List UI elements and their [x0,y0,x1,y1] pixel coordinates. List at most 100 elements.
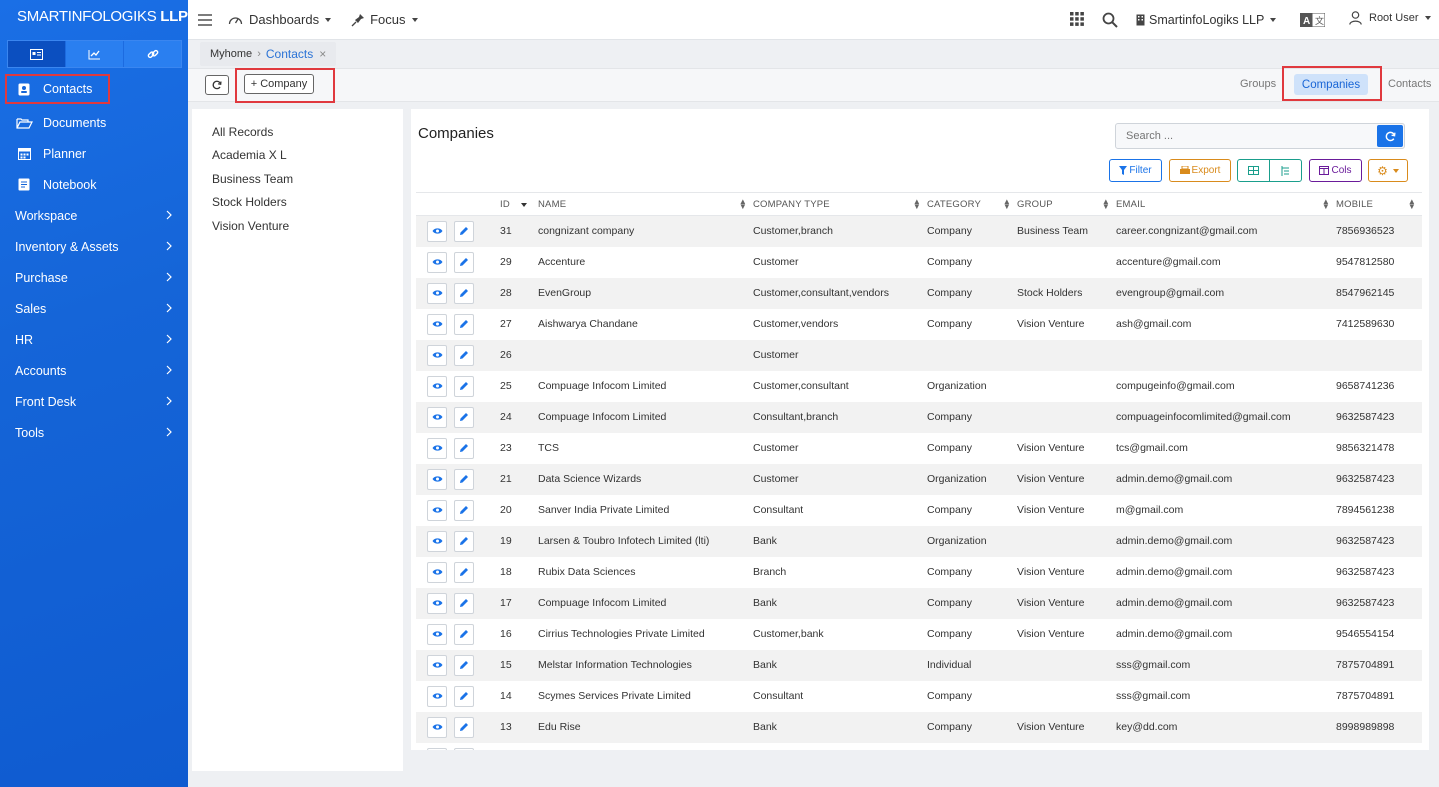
table-view-button[interactable] [1237,159,1270,182]
column-header-category[interactable]: CATEGORY ▲ ▼ [927,192,1017,216]
tab-groups[interactable]: Groups [1240,78,1276,90]
edit-button[interactable] [454,375,474,397]
column-header-email[interactable]: EMAIL ▲ ▼ [1116,192,1336,216]
view-button[interactable] [427,530,447,552]
breadcrumb-current[interactable]: Contacts [266,47,313,61]
search-input[interactable] [1116,124,1366,148]
global-search-button[interactable] [1102,12,1118,28]
sidebar-tab-card[interactable] [8,41,66,67]
group-item[interactable]: All Records [192,120,403,144]
sidebar-item-accounts[interactable]: Accounts [0,355,188,386]
sidebar-item-notebook[interactable]: Notebook [0,169,188,200]
company-selector[interactable]: SmartinfoLogiks LLP [1136,13,1277,27]
edit-button[interactable] [454,685,474,707]
brand-logo[interactable]: SMARTINFOLOGIKS LLP [0,0,188,36]
edit-button[interactable] [454,530,474,552]
view-button[interactable] [427,437,447,459]
table-row[interactable]: 29 Accenture Customer Company accenture@gmai… [416,247,1422,278]
column-header-company-type[interactable]: COMPANY TYPE ▲ ▼ [753,192,927,216]
edit-button[interactable] [454,220,474,242]
tab-contacts[interactable]: Contacts [1388,78,1431,90]
sidebar-item-tools[interactable]: Tools [0,417,188,448]
sidebar-tab-chart[interactable] [66,41,124,67]
group-item[interactable]: Stock Holders [192,191,403,215]
focus-menu[interactable]: Focus [351,12,418,27]
view-button[interactable] [427,592,447,614]
view-button[interactable] [427,313,447,335]
table-row[interactable]: 16 Cirrius Technologies Private Limited Cu… [416,619,1422,650]
table-row[interactable]: 21 Data Science Wizards Customer Organizati… [416,463,1422,495]
refresh-button[interactable] [205,75,229,95]
dashboards-menu[interactable]: Dashboards [228,12,332,27]
table-row[interactable]: 17 Compuage Infocom Limited Bank Company Vis… [416,587,1422,619]
table-row[interactable]: 26 Customer [416,339,1422,371]
edit-button[interactable] [454,437,474,459]
view-button[interactable] [427,375,447,397]
sidebar-tab-link[interactable] [124,41,181,67]
group-item[interactable]: Vision Venture [192,214,403,238]
edit-button[interactable] [454,716,474,738]
table-row[interactable]: 20 Sanver India Private Limited Consultant… [416,495,1422,526]
edit-button[interactable] [454,344,474,366]
table-row[interactable]: 28 EvenGroup Customer,consultant,vendors Co… [416,277,1422,309]
column-header-id[interactable]: ID [500,192,538,216]
table-row[interactable]: 25 Compuage Infocom Limited Customer,consu… [416,371,1422,402]
user-menu[interactable]: Root User [1349,11,1431,25]
sidebar-item-workspace[interactable]: Workspace [0,200,188,231]
add-company-button[interactable]: + Company [244,74,314,94]
sidebar-item-front-desk[interactable]: Front Desk [0,386,188,417]
apps-grid-button[interactable] [1070,12,1084,26]
column-header-name[interactable]: NAME ▲ ▼ [538,192,753,216]
view-button[interactable] [427,654,447,676]
table-row[interactable]: 31 congnizant company Customer,branch Compa… [416,215,1422,247]
view-button[interactable] [427,685,447,707]
view-button[interactable] [427,220,447,242]
edit-button[interactable] [454,623,474,645]
sidebar-item-planner[interactable]: Planner [0,138,188,169]
table-row[interactable] [416,743,1422,750]
sidebar-item-contacts[interactable]: Contacts [5,74,110,104]
edit-button[interactable] [454,499,474,521]
sidebar-item-inventory-assets[interactable]: Inventory & Assets [0,231,188,262]
table-row[interactable]: 18 Rubix Data Sciences Branch Company Vision… [416,557,1422,588]
sidebar-item-purchase[interactable]: Purchase [0,262,188,293]
table-row[interactable]: 24 Compuage Infocom Limited Consultant,bra… [416,401,1422,433]
edit-button[interactable] [454,468,474,490]
table-row[interactable]: 14 Scymes Services Private Limited Consult… [416,681,1422,712]
language-button[interactable]: A文 [1300,13,1325,27]
edit-button[interactable] [454,251,474,273]
edit-button[interactable] [454,313,474,335]
group-item[interactable]: Business Team [192,167,403,191]
edit-button[interactable] [454,654,474,676]
breadcrumb-home[interactable]: Myhome [210,48,252,60]
view-button[interactable] [427,344,447,366]
group-item[interactable]: Academia X L [192,144,403,168]
view-button[interactable] [427,251,447,273]
columns-button[interactable]: Cols [1309,159,1362,182]
filter-button[interactable]: Filter [1109,159,1162,182]
view-button[interactable] [427,282,447,304]
export-button[interactable]: Export [1169,159,1231,182]
view-button[interactable] [427,747,447,750]
column-header-mobile[interactable]: MOBILE ▲ ▼ [1336,192,1422,216]
view-button[interactable] [427,716,447,738]
table-row[interactable]: 27 Aishwarya Chandane Customer,vendors Comp… [416,309,1422,340]
table-row[interactable]: 19 Larsen & Toubro Infotech Limited (lti)… [416,525,1422,557]
edit-button[interactable] [454,282,474,304]
column-header-group[interactable]: GROUP ▲ ▼ [1017,192,1116,216]
tree-view-button[interactable] [1269,159,1302,182]
search-refresh-button[interactable] [1377,125,1403,147]
sidebar-item-sales[interactable]: Sales [0,293,188,324]
sidebar-item-hr[interactable]: HR [0,324,188,355]
view-button[interactable] [427,623,447,645]
view-button[interactable] [427,406,447,428]
settings-button[interactable]: ⚙ [1368,159,1408,182]
edit-button[interactable] [454,561,474,583]
view-button[interactable] [427,468,447,490]
tab-companies[interactable]: Companies [1294,74,1368,95]
edit-button[interactable] [454,592,474,614]
table-row[interactable]: 23 TCS Customer Company Vision Venture tcs@gm… [416,433,1422,464]
hamburger-menu-button[interactable] [198,13,212,26]
edit-button[interactable] [454,406,474,428]
view-button[interactable] [427,499,447,521]
